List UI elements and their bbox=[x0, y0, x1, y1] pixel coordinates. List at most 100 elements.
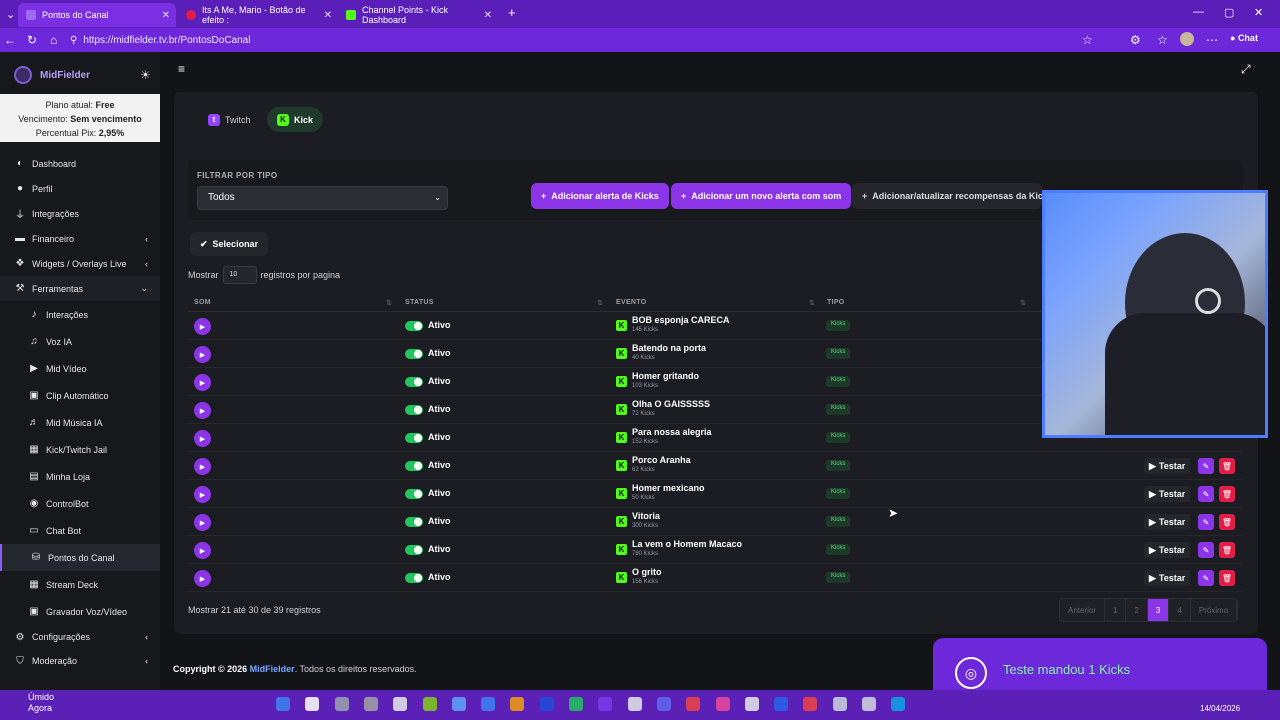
pagination-page-current[interactable]: 3 bbox=[1147, 599, 1170, 621]
delete-button[interactable]: 🗑 bbox=[1219, 570, 1235, 586]
steam-icon[interactable] bbox=[744, 697, 759, 711]
test-button[interactable]: ▶ Testar bbox=[1144, 514, 1191, 530]
status-toggle[interactable] bbox=[405, 405, 423, 415]
url-field[interactable]: ⚲ https://midfielder.tv.br/PontosDoCanal bbox=[70, 30, 1110, 50]
store-icon[interactable] bbox=[393, 697, 408, 711]
obsidian-icon[interactable] bbox=[598, 697, 613, 711]
select-button[interactable]: ✔ Selecionar bbox=[190, 232, 269, 256]
close-tab-icon[interactable]: ✕ bbox=[162, 10, 170, 21]
status-toggle[interactable] bbox=[405, 377, 423, 387]
status-toggle[interactable] bbox=[405, 349, 423, 359]
folder-icon[interactable] bbox=[510, 697, 525, 711]
test-button[interactable]: ▶ Testar bbox=[1144, 542, 1191, 558]
edit-button[interactable]: ✎ bbox=[1198, 514, 1214, 530]
edge-beta-icon[interactable] bbox=[451, 697, 466, 711]
profile-avatar[interactable] bbox=[1180, 32, 1194, 46]
play-sound-button[interactable]: ▶ bbox=[194, 318, 211, 335]
sidebar-item-financeiro[interactable]: ▬ Financeiro ‹ bbox=[0, 226, 160, 251]
column-header-tipo[interactable]: TIPO bbox=[827, 299, 845, 306]
notepad-icon[interactable] bbox=[422, 697, 437, 711]
fullscreen-icon[interactable]: ⤢ bbox=[1241, 62, 1251, 77]
chrome-icon[interactable] bbox=[686, 697, 701, 711]
status-toggle[interactable] bbox=[405, 461, 423, 471]
sidebar-item-integracoes[interactable]: ⏚ Integrações bbox=[0, 201, 160, 226]
back-icon[interactable]: ← bbox=[4, 33, 16, 47]
play-sound-button[interactable]: ▶ bbox=[194, 346, 211, 363]
task-view-icon[interactable] bbox=[334, 697, 349, 711]
sidebar-item-stream-deck[interactable]: ▦ Stream Deck bbox=[0, 571, 160, 598]
column-header-som[interactable]: SOM bbox=[194, 299, 211, 306]
close-window-icon[interactable]: ✕ bbox=[1254, 6, 1263, 19]
pagination-prev[interactable]: Anterior bbox=[1060, 599, 1106, 621]
sort-icon[interactable]: ⇅ bbox=[1020, 299, 1026, 307]
settings-icon[interactable] bbox=[832, 697, 847, 711]
browser-tab-mario[interactable]: Its A Me, Mario - Botão de efeito : ✕ bbox=[178, 3, 338, 27]
sidebar-item-moderacao[interactable]: ⛉ Moderação ‹ bbox=[0, 649, 160, 673]
sidebar-item-gravador[interactable]: ▣ Gravador Voz/Vídeo bbox=[0, 598, 160, 625]
sidebar-item-controlbot[interactable]: ◉ ControlBot bbox=[0, 490, 160, 517]
test-button[interactable]: ▶ Testar bbox=[1144, 486, 1191, 502]
sidebar-item-musica[interactable]: ♬ Mid Música IA bbox=[0, 409, 160, 436]
status-toggle[interactable] bbox=[405, 545, 423, 555]
tab-kick[interactable]: K Kick bbox=[267, 107, 324, 132]
tab-menu-chevron-icon[interactable]: ⌄ bbox=[6, 8, 15, 21]
delete-button[interactable]: 🗑 bbox=[1219, 486, 1235, 502]
app-icon[interactable] bbox=[715, 697, 730, 711]
more-menu-icon[interactable]: ⋯ bbox=[1206, 33, 1218, 47]
sidebar-item-voz-ia[interactable]: ♫ Voz IA bbox=[0, 328, 160, 355]
close-tab-icon[interactable]: ✕ bbox=[324, 10, 332, 21]
pagination-page[interactable]: 2 bbox=[1126, 599, 1148, 621]
filter-type-select[interactable]: Todos ⌄ bbox=[197, 186, 448, 210]
terminal-icon[interactable] bbox=[539, 697, 554, 711]
play-sound-button[interactable]: ▶ bbox=[194, 486, 211, 503]
sidebar-item-chatbot[interactable]: ▭ Chat Bot bbox=[0, 517, 160, 544]
home-icon[interactable]: ⌂ bbox=[50, 33, 57, 47]
page-size-input[interactable]: 10 bbox=[222, 266, 257, 284]
weather-widget[interactable]: Úmido Agora bbox=[8, 692, 54, 714]
play-sound-button[interactable]: ▶ bbox=[194, 430, 211, 447]
update-rewards-button[interactable]: + Adicionar/atualizar recompensas da Kick bbox=[852, 183, 1042, 209]
play-sound-button[interactable]: ▶ bbox=[194, 514, 211, 531]
new-tab-button[interactable]: + bbox=[508, 5, 516, 20]
sort-icon[interactable]: ⇅ bbox=[386, 299, 392, 307]
edit-button[interactable]: ✎ bbox=[1198, 486, 1214, 502]
browser-tab-pontos[interactable]: Pontos do Canal ✕ bbox=[18, 3, 176, 27]
copilot-icon[interactable] bbox=[803, 697, 818, 711]
pagination-next[interactable]: Próximo bbox=[1190, 599, 1238, 621]
maximize-icon[interactable]: ▢ bbox=[1224, 6, 1234, 19]
edit-button[interactable]: ✎ bbox=[1198, 570, 1214, 586]
sidebar-item-jail[interactable]: ▦ Kick/Twitch Jail bbox=[0, 436, 160, 463]
favorite-star-icon[interactable]: ☆ bbox=[1082, 33, 1093, 47]
sidebar-item-perfil[interactable]: ● Perfil bbox=[0, 176, 160, 201]
delete-button[interactable]: 🗑 bbox=[1219, 458, 1235, 474]
edit-button[interactable]: ✎ bbox=[1198, 458, 1214, 474]
play-sound-button[interactable]: ▶ bbox=[194, 570, 211, 587]
sidebar-item-widgets[interactable]: ❖ Widgets / Overlays Live ‹ bbox=[0, 251, 160, 276]
xbox-icon[interactable] bbox=[569, 697, 583, 711]
sidebar-item-clip[interactable]: ▣ Clip Automático bbox=[0, 382, 160, 409]
play-sound-button[interactable]: ▶ bbox=[194, 374, 211, 391]
add-kicks-alert-button[interactable]: + Adicionar alerta de Kicks bbox=[531, 183, 669, 209]
theme-toggle-icon[interactable]: ☀ bbox=[140, 68, 151, 82]
status-toggle[interactable] bbox=[405, 433, 423, 443]
edge-icon[interactable] bbox=[891, 697, 906, 711]
test-button[interactable]: ▶ Testar bbox=[1144, 458, 1191, 474]
reload-icon[interactable]: ↻ bbox=[27, 33, 37, 47]
sidebar-item-configuracoes[interactable]: ⚙ Configurações ‹ bbox=[0, 625, 160, 649]
start-icon[interactable] bbox=[276, 697, 290, 711]
sidebar-item-mid-video[interactable]: ▶ Mid Vídeo bbox=[0, 355, 160, 382]
play-sound-button[interactable]: ▶ bbox=[194, 542, 211, 559]
delete-button[interactable]: 🗑 bbox=[1219, 542, 1235, 558]
sidebar-item-loja[interactable]: ▤ Minha Loja bbox=[0, 463, 160, 490]
pagination-page[interactable]: 1 bbox=[1105, 599, 1127, 621]
test-button[interactable]: ▶ Testar bbox=[1144, 570, 1191, 586]
delete-button[interactable]: 🗑 bbox=[1219, 514, 1235, 530]
status-toggle[interactable] bbox=[405, 489, 423, 499]
play-sound-button[interactable]: ▶ bbox=[194, 402, 211, 419]
status-toggle[interactable] bbox=[405, 321, 423, 331]
column-header-status[interactable]: STATUS bbox=[405, 299, 434, 306]
copilot-chat-button[interactable]: ● Chat bbox=[1230, 33, 1258, 43]
sort-icon[interactable]: ⇅ bbox=[597, 299, 603, 307]
copyright-brand-link[interactable]: MidFielder bbox=[250, 664, 295, 674]
brand[interactable]: MidFielder bbox=[14, 66, 90, 84]
